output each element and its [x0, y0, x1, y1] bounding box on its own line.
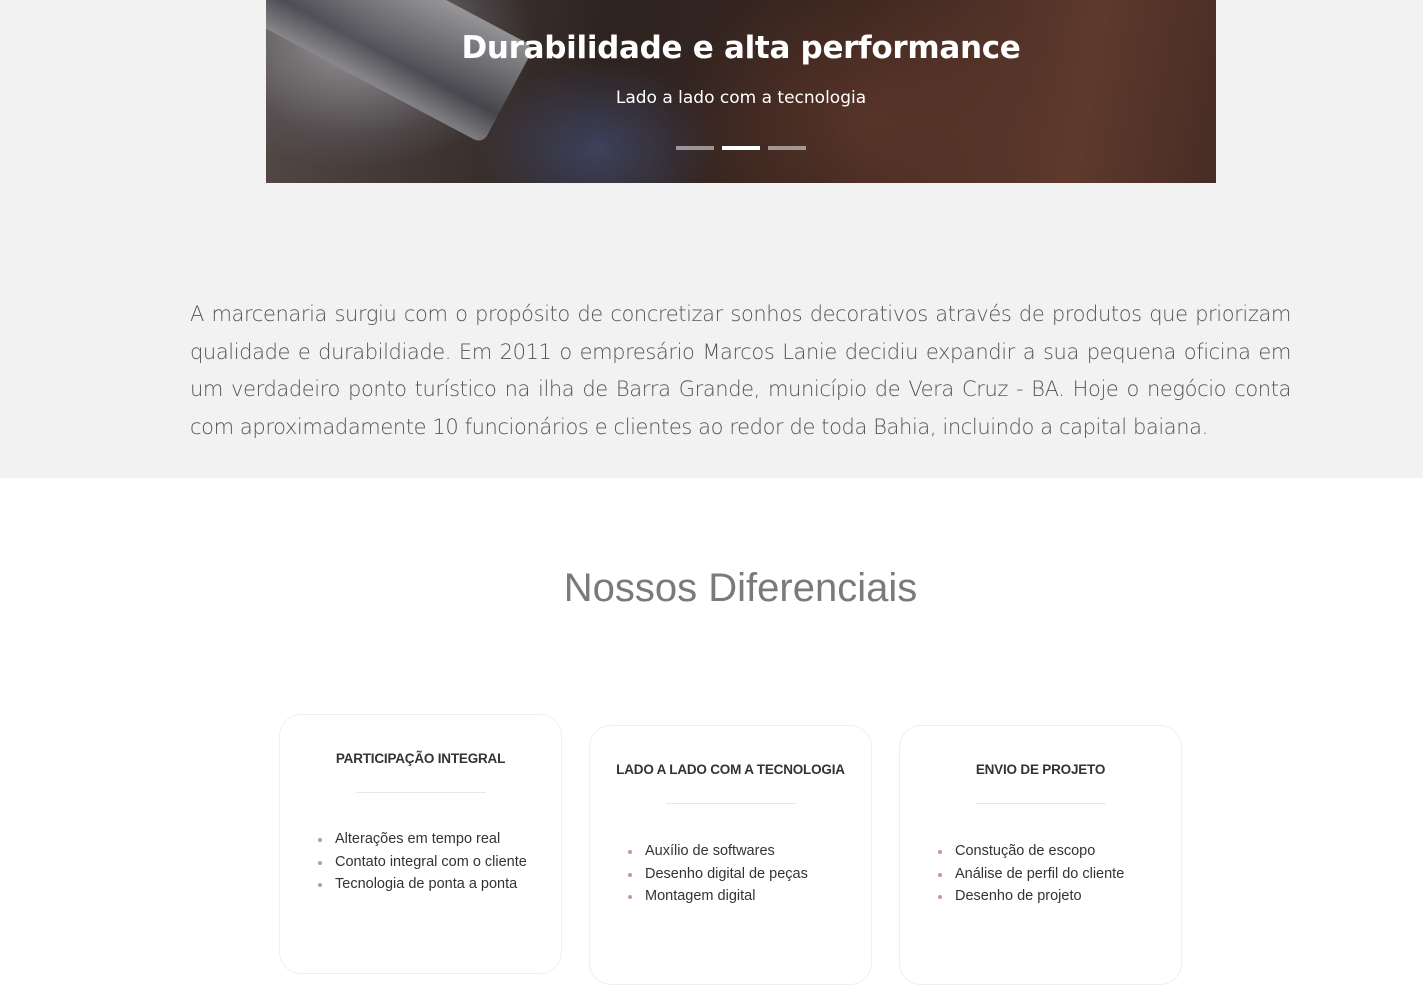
card-title: PARTICIPAÇÃO INTEGRAL [335, 751, 506, 766]
list-item: Análise de perfil do cliente [938, 863, 1181, 886]
differential-card-tecnologia: LADO A LADO COM A TECNOLOGIA Auxílio de … [589, 725, 872, 985]
carousel-indicator-2[interactable] [722, 146, 760, 150]
list-item: Auxílio de softwares [628, 840, 871, 863]
card-list: Constução de escopo Análise de perfil do… [900, 840, 1181, 908]
carousel-title: Durabilidade e alta performance [461, 30, 1021, 66]
carousel-subtitle: Lado a lado com a tecnologia [615, 88, 867, 108]
differentials-title: Nossos Diferenciais [563, 566, 918, 610]
list-item: Alterações em tempo real [318, 828, 561, 851]
about-paragraph: A marcenaria surgiu com o propósito de c… [190, 302, 1291, 439]
carousel-indicator-1[interactable] [676, 146, 714, 150]
carousel-indicator-3[interactable] [768, 146, 806, 150]
differential-card-envio: ENVIO DE PROJETO Constução de escopo Aná… [899, 725, 1182, 985]
list-item: Constução de escopo [938, 840, 1181, 863]
list-item: Desenho digital de peças [628, 863, 871, 886]
list-item: Montagem digital [628, 885, 871, 908]
list-item: Desenho de projeto [938, 885, 1181, 908]
card-title: LADO A LADO COM A TECNOLOGIA [616, 762, 845, 777]
card-list: Auxílio de softwares Desenho digital de … [590, 840, 871, 908]
card-title: ENVIO DE PROJETO [975, 762, 1106, 777]
differential-card-participacao: PARTICIPAÇÃO INTEGRAL Alterações em temp… [279, 714, 562, 974]
hero-carousel[interactable]: Durabilidade e alta performance Lado a l… [266, 0, 1216, 183]
card-list: Alterações em tempo real Contato integra… [280, 828, 561, 896]
list-item: Tecnologia de ponta a ponta [318, 873, 561, 896]
list-item: Contato integral com o cliente [318, 851, 561, 874]
carousel-indicators [266, 146, 1216, 150]
